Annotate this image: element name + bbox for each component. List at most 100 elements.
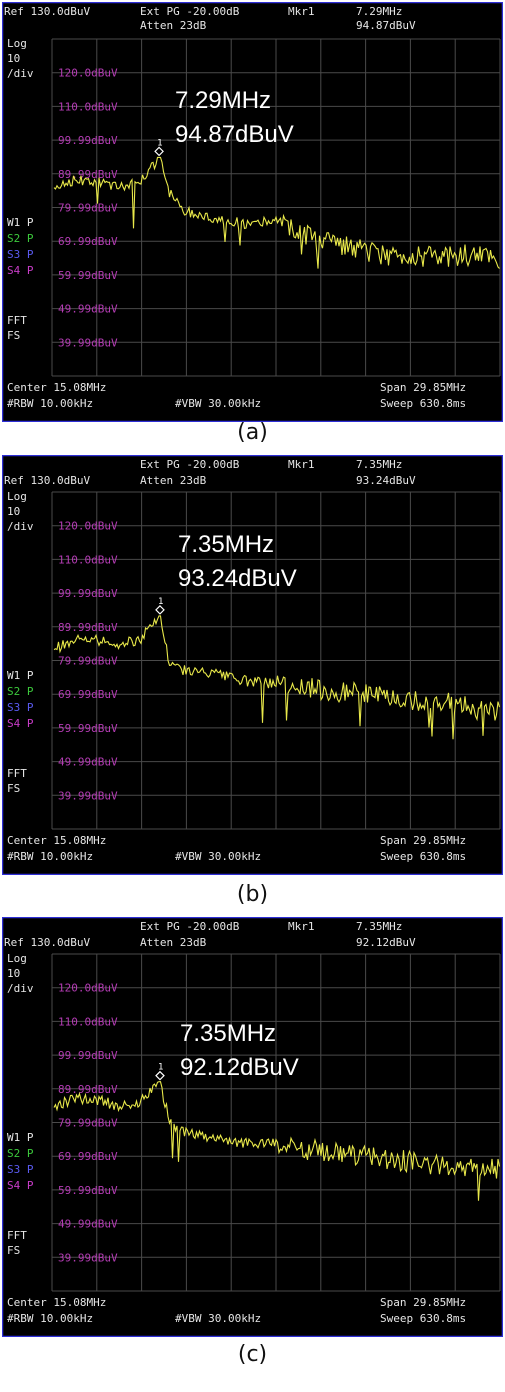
- level-label: 99.99dBuV: [58, 134, 118, 147]
- fs-text: FS: [7, 782, 20, 795]
- ext-pg-text: Ext PG -20.00dB: [140, 458, 240, 471]
- ref-level-text: Ref 130.0dBuV: [4, 474, 90, 487]
- spectrum-chart: Ref 130.0dBuV Ext PG -20.00dB Atten 23dB…: [2, 455, 503, 875]
- level-label: 69.99dBuV: [58, 688, 118, 701]
- caption-b: (b): [236, 882, 269, 907]
- s3-text: S3 P: [7, 1163, 34, 1176]
- span-text: Span 29.85MHz: [380, 381, 466, 394]
- level-labels: 120.0dBuV110.0dBuV99.99dBuV89.99dBuV79.9…: [58, 67, 118, 350]
- level-label: 99.99dBuV: [58, 1049, 118, 1062]
- level-label: 120.0dBuV: [58, 520, 118, 533]
- s2-text: S2 P: [7, 232, 34, 245]
- level-label: 39.99dBuV: [58, 1251, 118, 1264]
- analyzer-screen-b: Ref 130.0dBuV Ext PG -20.00dB Atten 23dB…: [2, 455, 503, 875]
- marker-freq-text: 7.35MHz: [356, 458, 402, 471]
- per-div-text: /div: [7, 520, 34, 533]
- marker-number: 1: [158, 1063, 163, 1073]
- ext-pg-text: Ext PG -20.00dB: [140, 920, 240, 933]
- marker-number: 1: [157, 138, 162, 148]
- marker-label-text: Mkr1: [288, 458, 315, 471]
- caption-c: (c): [237, 1342, 268, 1367]
- log-text: Log: [7, 952, 27, 965]
- sweep-text: Sweep 630.8ms: [380, 397, 466, 410]
- spectrum-chart: Ref 130.0dBuV Ext PG -20.00dB Atten 23dB…: [2, 917, 503, 1337]
- s3-text: S3 P: [7, 701, 34, 714]
- level-label: 110.0dBuV: [58, 553, 118, 566]
- analyzer-screen-a: Ref 130.0dBuV Ext PG -20.00dB Atten 23dB…: [2, 2, 503, 422]
- level-label: 69.99dBuV: [58, 235, 118, 248]
- annotation-freq: 7.35MHz: [178, 531, 274, 558]
- center-freq-text: Center 15.08MHz: [7, 381, 106, 394]
- log-text: Log: [7, 37, 27, 50]
- marker-label-text: Mkr1: [288, 5, 315, 18]
- s4-text: S4 P: [7, 717, 34, 730]
- level-label: 79.99dBuV: [58, 655, 118, 668]
- w1-text: W1 P: [7, 669, 34, 682]
- s2-text: S2 P: [7, 685, 34, 698]
- scale-text: 10: [7, 505, 20, 518]
- marker-number: 1: [158, 597, 163, 607]
- level-label: 49.99dBuV: [58, 756, 118, 769]
- log-text: Log: [7, 490, 27, 503]
- vbw-text: #VBW 30.00kHz: [175, 850, 261, 863]
- level-label: 79.99dBuV: [58, 1117, 118, 1130]
- marker-amp-text: 92.12dBuV: [356, 936, 416, 949]
- rbw-text: #RBW 10.00kHz: [7, 850, 93, 863]
- s4-text: S4 P: [7, 264, 34, 277]
- annotation-amp: 94.87dBuV: [175, 121, 294, 148]
- level-label: 39.99dBuV: [58, 789, 118, 802]
- level-label: 59.99dBuV: [58, 1184, 118, 1197]
- level-label: 89.99dBuV: [58, 1083, 118, 1096]
- caption-a: (a): [237, 420, 268, 445]
- level-label: 120.0dBuV: [58, 67, 118, 80]
- atten-text: Atten 23dB: [140, 936, 207, 949]
- sweep-text: Sweep 630.8ms: [380, 850, 466, 863]
- spectrum-chart: Ref 130.0dBuV Ext PG -20.00dB Atten 23dB…: [2, 2, 503, 422]
- marker-label-text: Mkr1: [288, 920, 315, 933]
- center-freq-text: Center 15.08MHz: [7, 1296, 106, 1309]
- fft-text: FFT: [7, 767, 27, 780]
- level-label: 110.0dBuV: [58, 1015, 118, 1028]
- s3-text: S3 P: [7, 248, 34, 261]
- level-labels: 120.0dBuV 110.0dBuV 99.99dBuV 89.99dBuV 79.9…: [58, 982, 118, 1265]
- fft-text: FFT: [7, 1229, 27, 1242]
- level-label: 89.99dBuV: [58, 621, 118, 634]
- level-label: 120.0dBuV: [58, 982, 118, 995]
- level-label: 79.99dBuV: [58, 202, 118, 215]
- center-freq-text: Center 15.08MHz: [7, 834, 106, 847]
- fft-text: FFT: [7, 314, 27, 327]
- analyzer-screen-c: Ref 130.0dBuV Ext PG -20.00dB Atten 23dB…: [2, 917, 503, 1337]
- level-label: 49.99dBuV: [58, 303, 118, 316]
- scale-text: 10: [7, 967, 20, 980]
- marker-freq-text: 7.29MHz: [356, 5, 402, 18]
- span-text: Span 29.85MHz: [380, 1296, 466, 1309]
- level-label: 49.99dBuV: [58, 1218, 118, 1231]
- level-label: 59.99dBuV: [58, 722, 118, 735]
- w1-text: W1 P: [7, 216, 34, 229]
- level-label: 110.0dBuV: [58, 100, 118, 113]
- marker-freq-text: 7.35MHz: [356, 920, 402, 933]
- atten-text: Atten 23dB: [140, 19, 207, 32]
- span-text: Span 29.85MHz: [380, 834, 466, 847]
- sweep-text: Sweep 630.8ms: [380, 1312, 466, 1325]
- w1-text: W1 P: [7, 1131, 34, 1144]
- ref-level-text: Ref 130.0dBuV: [4, 936, 90, 949]
- level-label: 59.99dBuV: [58, 269, 118, 282]
- annotation-amp: 93.24dBuV: [178, 565, 297, 592]
- level-labels: 120.0dBuV 110.0dBuV 99.99dBuV 89.99dBuV 79.9…: [58, 520, 118, 803]
- marker-amp-text: 94.87dBuV: [356, 19, 416, 32]
- scale-text: 10: [7, 52, 20, 65]
- level-label: 99.99dBuV: [58, 587, 118, 600]
- level-label: 69.99dBuV: [58, 1150, 118, 1163]
- level-label: 39.99dBuV: [58, 336, 118, 349]
- rbw-text: #RBW 10.00kHz: [7, 397, 93, 410]
- s2-text: S2 P: [7, 1147, 34, 1160]
- rbw-text: #RBW 10.00kHz: [7, 1312, 93, 1325]
- fs-text: FS: [7, 329, 20, 342]
- per-div-text: /div: [7, 67, 34, 80]
- vbw-text: #VBW 30.00kHz: [175, 397, 261, 410]
- annotation-freq: 7.35MHz: [180, 1020, 276, 1047]
- marker-amp-text: 93.24dBuV: [356, 474, 416, 487]
- fs-text: FS: [7, 1244, 20, 1257]
- per-div-text: /div: [7, 982, 34, 995]
